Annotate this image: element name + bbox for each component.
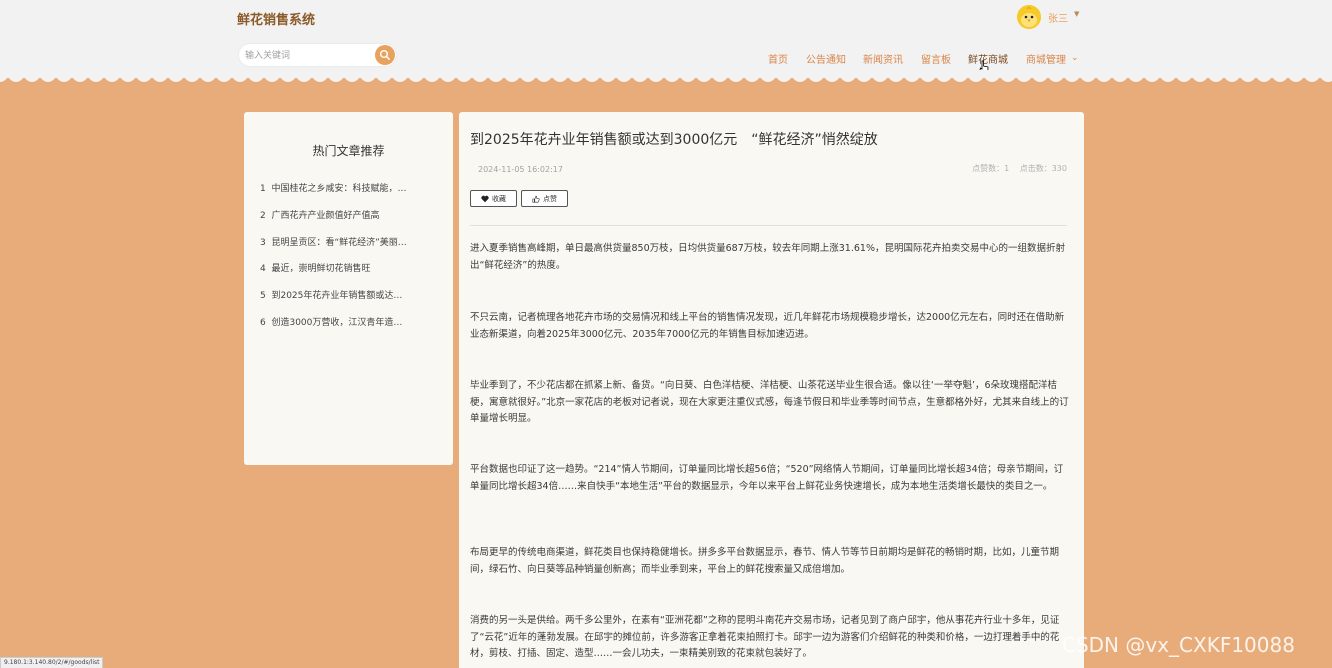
likes-count: 1 <box>1004 164 1010 173</box>
avatar[interactable] <box>1017 5 1041 29</box>
hot-article-index: 4 <box>260 264 266 274</box>
hot-article-item[interactable]: 2 广西花卉产业颜值好产值高 <box>260 208 432 221</box>
header: 鲜花销售系统 张三 ▼ 首页 公告通知 新闻资讯 留言板 鲜花商 <box>0 0 1332 78</box>
hot-articles-title: 热门文章推荐 <box>312 144 385 158</box>
search-icon <box>380 50 390 60</box>
nav-news[interactable]: 新闻资讯 <box>863 51 903 66</box>
hot-article-text: 昆明呈贡区：看“鲜花经济”美丽… <box>271 238 407 248</box>
hot-article-item[interactable]: 1 中国桂花之乡咸安：科技赋能，… <box>260 181 432 194</box>
hot-article-item[interactable]: 6 创造3000万营收，江汉青年造… <box>260 315 432 328</box>
status-bar-url: 9.180.1:3.140.80/2/#/goods/list <box>0 657 104 668</box>
article-detail: 到2025年花卉业年销售额或达到3000亿元 “鲜花经济”悄然绽放 2024-1… <box>459 112 1084 668</box>
username[interactable]: 张三 <box>1048 10 1068 25</box>
article-paragraph: 不只云南，记者梳理各地花卉市场的交易情况和线上平台的销售情况发现，近几年鲜花市场… <box>470 312 1065 340</box>
article-paragraph: 布局更早的传统电商渠道，鲜花类目也保持稳健增长。拼多多平台数据显示，春节、情人节… <box>470 547 1060 575</box>
favorite-label: 收藏 <box>492 194 506 203</box>
thumbs-up-icon <box>532 195 540 202</box>
clicks-count: 330 <box>1051 164 1067 173</box>
hot-article-index: 1 <box>260 184 266 194</box>
hot-article-item[interactable]: 3 昆明呈贡区：看“鲜花经济”美丽… <box>260 235 432 248</box>
like-button[interactable]: 点赞 <box>521 190 568 207</box>
hot-article-index: 5 <box>260 291 266 301</box>
watermark: CSDN @vx_CXKF10088 <box>1062 633 1295 657</box>
chick-avatar-icon <box>1017 5 1041 29</box>
heart-icon <box>481 195 489 202</box>
article-stats: 点赞数：1 点击数：330 <box>968 163 1067 174</box>
like-label: 点赞 <box>543 194 557 203</box>
hot-article-index: 2 <box>260 211 266 221</box>
chevron-down-icon[interactable]: ⌄ <box>1071 53 1079 63</box>
divider <box>470 225 1067 226</box>
likes-label: 点赞数： <box>972 164 1005 173</box>
hot-article-text: 最近，崇明鲜切花销售旺 <box>271 264 371 274</box>
search-box <box>239 44 396 66</box>
favorite-button[interactable]: 收藏 <box>470 190 517 207</box>
hot-article-text: 广西花卉产业颜值好产值高 <box>271 211 380 221</box>
page: 鲜花销售系统 张三 ▼ 首页 公告通知 新闻资讯 留言板 鲜花商 <box>0 0 1332 668</box>
nav-message-board[interactable]: 留言板 <box>921 51 951 66</box>
hot-article-item[interactable]: 5 到2025年花卉业年销售额或达… <box>260 288 432 301</box>
user-dropdown-icon[interactable]: ▼ <box>1074 10 1079 18</box>
hot-article-text: 到2025年花卉业年销售额或达… <box>271 291 403 301</box>
article-paragraph: 消费的另一头是供给。两千多公里外，在素有“亚洲花都”之称的昆明斗南花卉交易市场，… <box>470 615 1060 659</box>
article-paragraph: 毕业季到了，不少花店都在抓紧上新、备货。“向日葵、白色洋桔梗、洋桔梗、山茶花送毕… <box>470 380 1069 424</box>
article-paragraph: 进入夏季销售高峰期，单日最高供货量850万枝，日均供货量687万枝，较去年同期上… <box>470 243 1065 271</box>
hot-article-text: 创造3000万营收，江汉青年造… <box>271 318 403 328</box>
nav-announcements[interactable]: 公告通知 <box>806 51 846 66</box>
article-paragraph: 平台数据也印证了这一趋势。“214”情人节期间，订单量同比增长超56倍；“520… <box>470 464 1064 492</box>
article-date: 2024-11-05 16:02:17 <box>478 165 563 174</box>
nav-mall-management[interactable]: 商城管理 <box>1026 51 1066 66</box>
clicks-label: 点击数： <box>1019 164 1052 173</box>
hot-article-text: 中国桂花之乡咸安：科技赋能，… <box>271 184 407 194</box>
search-input[interactable] <box>243 47 373 65</box>
search-button[interactable] <box>375 45 395 65</box>
article-title: 到2025年花卉业年销售额或达到3000亿元 “鲜花经济”悄然绽放 <box>470 132 878 148</box>
site-title[interactable]: 鲜花销售系统 <box>237 9 315 28</box>
hot-article-index: 6 <box>260 318 266 328</box>
header-wave-divider <box>0 70 1332 82</box>
hot-article-item[interactable]: 4 最近，崇明鲜切花销售旺 <box>260 261 432 274</box>
nav-home[interactable]: 首页 <box>768 51 788 66</box>
hot-articles-panel: 热门文章推荐 1 中国桂花之乡咸安：科技赋能，… 2 广西花卉产业颜值好产值高 … <box>244 112 453 465</box>
hot-article-index: 3 <box>260 238 266 248</box>
